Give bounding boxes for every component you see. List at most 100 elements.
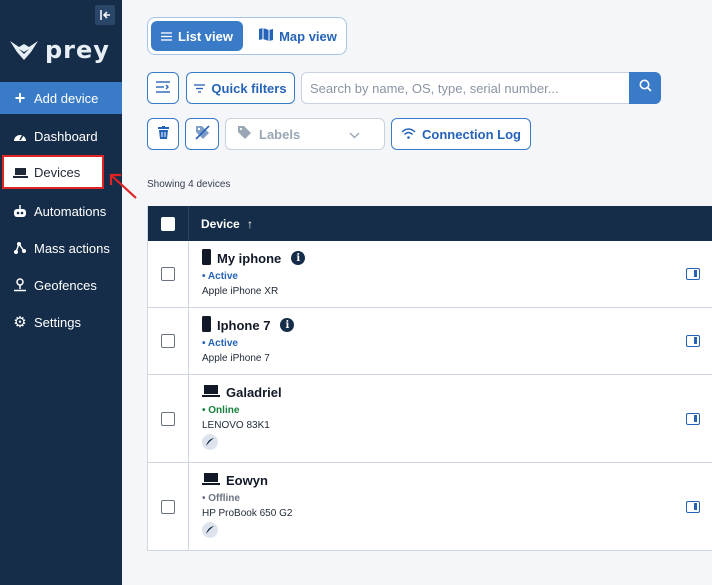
device-status: • Active (202, 338, 238, 349)
showing-count: Showing 4 devices (147, 179, 231, 190)
search-icon (639, 79, 652, 97)
map-view-label: Map view (279, 28, 337, 44)
map-pin-icon (12, 278, 28, 292)
device-model: LENOVO 83K1 (202, 420, 270, 431)
device-name[interactable]: Iphone 7 (217, 318, 270, 333)
open-panel-icon[interactable] (686, 501, 700, 513)
device-status: • Offline (202, 493, 240, 504)
device-status: • Online (202, 405, 240, 416)
device-cell: Galadriel • Online LENOVO 83K1 (189, 375, 282, 462)
list-view-button[interactable]: List view (151, 21, 243, 51)
agent-badge-icon (202, 434, 218, 450)
sidebar-item-automations[interactable]: Automations (0, 195, 122, 227)
sidebar-item-settings[interactable]: ⚙ Settings (0, 306, 122, 338)
sort-indicator: ↑ (247, 216, 254, 231)
toggle-columns-button[interactable] (147, 72, 179, 104)
prey-logo[interactable]: prey (9, 36, 110, 64)
device-name[interactable]: My iphone (217, 251, 281, 266)
map-icon (259, 28, 274, 44)
list-view-label: List view (178, 28, 233, 44)
device-name-line: Galadriel (202, 383, 282, 401)
open-panel-icon[interactable] (686, 268, 700, 280)
connection-log-button[interactable]: Connection Log (391, 118, 531, 150)
sidebar-item-label: Geofences (34, 277, 97, 293)
sidebar-item-dashboard[interactable]: Dashboard (0, 120, 122, 152)
untag-button[interactable] (185, 118, 219, 150)
trash-icon (157, 126, 169, 142)
device-column-header[interactable]: Device ↑ (189, 217, 253, 231)
table-row[interactable]: Eowyn • Offline HP ProBook 650 G2 (148, 463, 712, 551)
connection-log-label: Connection Log (422, 126, 521, 142)
labels-label: Labels (259, 126, 301, 142)
device-status: • Active (202, 271, 238, 282)
gauge-icon (12, 130, 28, 142)
row-checkbox[interactable] (161, 334, 175, 348)
labels-dropdown-content: Labels (238, 126, 300, 142)
device-status-text: Offline (208, 493, 240, 504)
open-panel-icon[interactable] (686, 335, 700, 347)
device-column-label: Device (201, 216, 240, 231)
row-check-cell (148, 241, 189, 307)
add-device-label: Add device (34, 90, 99, 106)
row-checkbox[interactable] (161, 499, 175, 514)
row-check-cell (148, 308, 189, 374)
table-row[interactable]: Galadriel • Online LENOVO 83K1 (148, 375, 712, 463)
map-view-button[interactable]: Map view (252, 21, 344, 51)
sidebar-item-label: Mass actions (34, 240, 110, 256)
open-panel-icon[interactable] (686, 413, 700, 425)
laptop-icon (202, 472, 220, 488)
table-header: Device ↑ (148, 206, 712, 241)
laptop-icon (202, 384, 220, 400)
row-checkbox[interactable] (161, 411, 175, 426)
sidebar-item-geofences[interactable]: Geofences (0, 269, 122, 301)
search-input[interactable] (301, 72, 630, 104)
phone-icon (202, 248, 211, 268)
delete-button[interactable] (147, 118, 179, 150)
gear-icon: ⚙ (13, 314, 27, 331)
device-name-line: Eowyn (202, 471, 292, 489)
select-all-checkbox[interactable] (161, 216, 175, 231)
info-icon[interactable]: i (280, 318, 295, 332)
search-button[interactable] (629, 72, 661, 104)
laptop-icon (12, 167, 28, 178)
collapse-sidebar-icon[interactable] (95, 5, 115, 25)
row-check-cell (148, 463, 189, 550)
phone-icon (202, 315, 211, 335)
device-model: Apple iPhone XR (202, 286, 279, 297)
wifi-icon (401, 127, 416, 142)
info-icon[interactable]: i (291, 251, 306, 265)
prey-logo-icon (10, 41, 38, 60)
columns-icon (156, 80, 170, 96)
device-model: HP ProBook 650 G2 (202, 508, 293, 519)
device-name[interactable]: Eowyn (226, 473, 268, 488)
sidebar-item-label: Dashboard (34, 128, 98, 144)
robot-icon (12, 204, 28, 218)
device-model: Apple iPhone 7 (202, 353, 270, 364)
table-row[interactable]: Iphone 7 i • Active Apple iPhone 7 (148, 308, 712, 375)
sidebar: prey + Add device Dashboard Devices Auto… (0, 0, 122, 585)
row-check-cell (148, 375, 189, 462)
device-status-text: Active (207, 338, 238, 349)
agent-badge-icon (202, 522, 218, 538)
devices-table: Device ↑ My iphone i • Active Apple iPho… (147, 206, 712, 551)
tag-off-icon (194, 125, 210, 143)
device-name[interactable]: Galadriel (226, 385, 282, 400)
table-row[interactable]: My iphone i • Active Apple iPhone XR (148, 241, 712, 308)
sidebar-item-label: Settings (34, 314, 81, 330)
quick-filters-button[interactable]: Quick filters (186, 72, 295, 104)
plus-icon: + (14, 87, 26, 108)
add-device-button[interactable]: + Add device (0, 82, 122, 114)
sidebar-item-mass-actions[interactable]: Mass actions (0, 232, 122, 264)
sidebar-item-label: Devices (34, 164, 81, 180)
device-cell: Eowyn • Offline HP ProBook 650 G2 (189, 463, 292, 550)
select-all-cell (148, 206, 189, 241)
quick-filters-label: Quick filters (211, 80, 287, 96)
row-checkbox[interactable] (161, 267, 175, 281)
device-cell: Iphone 7 i • Active Apple iPhone 7 (189, 308, 295, 374)
list-icon (161, 29, 173, 44)
sidebar-item-devices-highlight: Devices (2, 155, 104, 189)
device-status-text: Online (208, 405, 240, 416)
labels-dropdown[interactable]: Labels (225, 118, 385, 150)
device-status-text: Active (207, 271, 238, 282)
filter-icon (194, 81, 206, 96)
